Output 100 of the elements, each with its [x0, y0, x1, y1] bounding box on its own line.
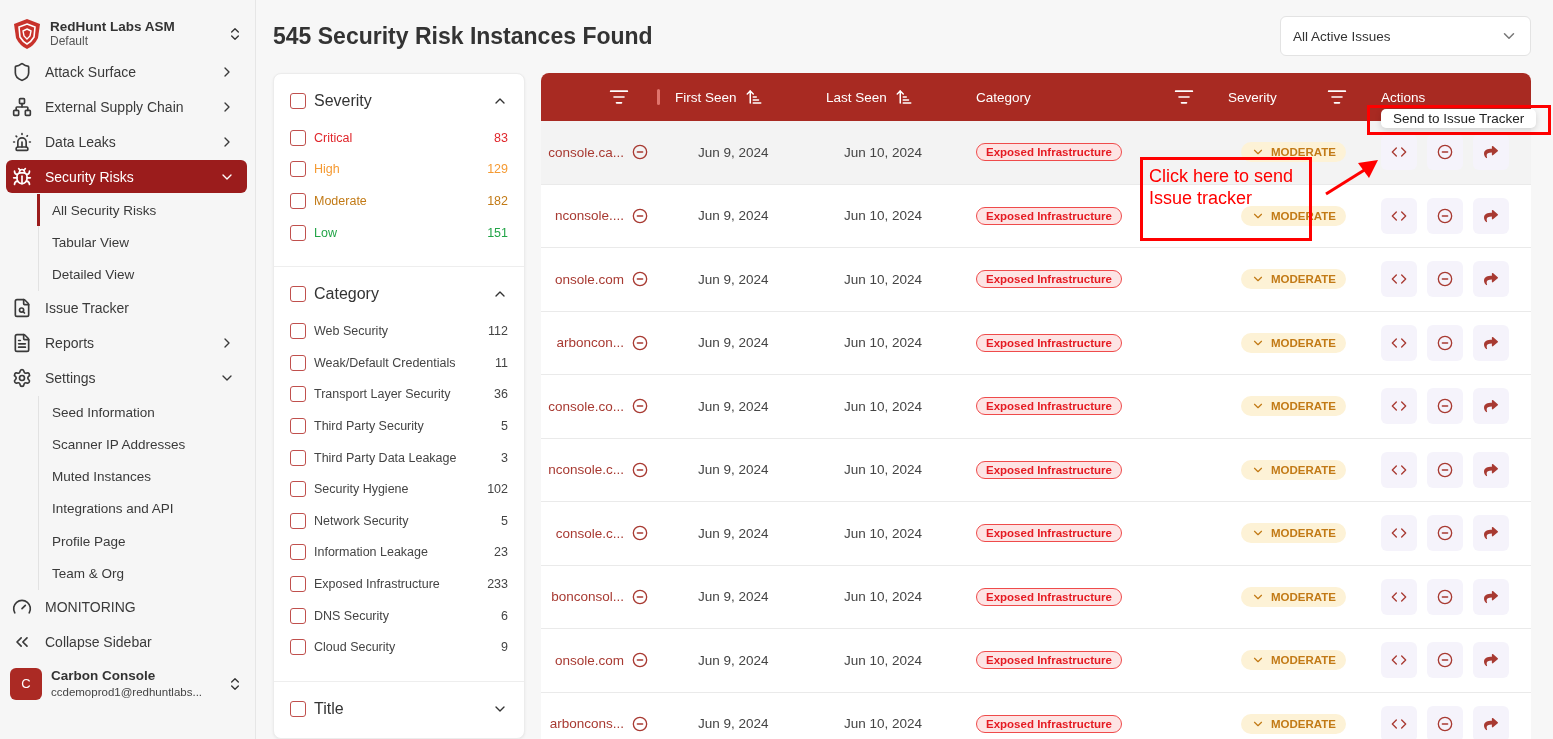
filter-option[interactable]: Weak/Default Credentials	[314, 355, 487, 370]
issue-filter-dropdown[interactable]: All Active Issues	[1280, 16, 1531, 56]
mute-button[interactable]	[1427, 578, 1463, 615]
mute-button[interactable]	[1427, 197, 1463, 234]
mute-button[interactable]	[1427, 261, 1463, 298]
filter-option[interactable]: Third Party Data Leakage	[314, 450, 494, 465]
nav-item[interactable]: Data Leaks	[6, 125, 247, 158]
code-button[interactable]	[1381, 388, 1417, 425]
code-button[interactable]	[1381, 705, 1417, 739]
mute-icon[interactable]	[632, 461, 648, 478]
code-button[interactable]	[1381, 578, 1417, 615]
mute-icon[interactable]	[632, 652, 648, 669]
filter-option[interactable]: Web Security	[314, 324, 481, 339]
checkbox[interactable]	[290, 286, 306, 303]
mute-button[interactable]	[1427, 642, 1463, 679]
mute-button[interactable]	[1427, 388, 1463, 425]
mute-icon[interactable]	[632, 588, 648, 605]
mute-icon[interactable]	[632, 525, 648, 542]
nav-item[interactable]: Issue Tracker	[6, 291, 247, 325]
checkbox[interactable]	[290, 323, 306, 340]
nav-item[interactable]: MONITORING	[6, 590, 247, 624]
checkbox[interactable]	[290, 607, 306, 624]
filter-icon[interactable]	[1174, 87, 1194, 107]
asset-link[interactable]: console.ca...	[548, 144, 624, 160]
filter-icon[interactable]	[1327, 87, 1347, 107]
asset-link[interactable]: console.co...	[548, 398, 624, 414]
mute-button[interactable]	[1427, 324, 1463, 361]
asset-link[interactable]: arboncons...	[549, 716, 624, 732]
checkbox[interactable]	[290, 386, 306, 403]
share-button[interactable]	[1473, 642, 1509, 679]
filter-option[interactable]: Exposed Infrastructure	[314, 576, 480, 591]
share-button[interactable]	[1473, 705, 1509, 739]
mute-button[interactable]	[1427, 705, 1463, 739]
asset-link[interactable]: nconsole....	[554, 208, 624, 224]
mute-icon[interactable]	[632, 334, 648, 351]
nav-subitem[interactable]: Profile Page	[37, 525, 247, 558]
code-button[interactable]	[1381, 451, 1417, 488]
mute-icon[interactable]	[632, 398, 648, 415]
asset-link[interactable]: bonconsol...	[551, 589, 624, 605]
share-button[interactable]	[1473, 197, 1509, 234]
mute-icon[interactable]	[632, 271, 648, 288]
nav-subitem[interactable]: Muted Instances	[37, 460, 247, 493]
checkbox[interactable]	[290, 544, 306, 561]
asset-link[interactable]: nconsole.c...	[548, 462, 624, 478]
mute-button[interactable]	[1427, 515, 1463, 552]
checkbox[interactable]	[290, 700, 306, 717]
asset-link[interactable]: onsole.com	[554, 271, 624, 287]
nav-subitem[interactable]: Tabular View	[37, 226, 247, 259]
column-header[interactable]: Actions	[1381, 89, 1426, 105]
nav-item[interactable]: Reports	[6, 326, 247, 360]
nav-item[interactable]: Settings	[6, 361, 247, 395]
code-button[interactable]	[1381, 134, 1417, 171]
checkbox[interactable]	[290, 417, 306, 434]
nav-item[interactable]: External Supply Chain	[6, 90, 247, 123]
filter-option[interactable]: Moderate	[314, 194, 480, 208]
column-header[interactable]: Severity	[1228, 89, 1277, 105]
mute-button[interactable]	[1427, 134, 1463, 171]
code-button[interactable]	[1381, 197, 1417, 234]
code-button[interactable]	[1381, 324, 1417, 361]
checkbox[interactable]	[290, 354, 306, 371]
filter-option[interactable]: Transport Layer Security	[314, 387, 487, 402]
nav-subitem[interactable]: Seed Information	[37, 395, 247, 429]
sort-icon[interactable]	[744, 88, 763, 106]
checkbox[interactable]	[290, 161, 306, 178]
nav-subitem[interactable]: All Security Risks	[37, 194, 247, 227]
share-button[interactable]	[1473, 261, 1509, 298]
share-button[interactable]	[1473, 324, 1509, 361]
share-button[interactable]	[1473, 451, 1509, 488]
nav-item[interactable]: Attack Surface	[6, 55, 247, 88]
nav-subitem[interactable]: Integrations and API	[37, 492, 247, 526]
filter-option[interactable]: Critical	[314, 130, 487, 145]
checkbox[interactable]	[290, 224, 306, 241]
asset-link[interactable]: arboncon...	[556, 335, 624, 351]
checkbox[interactable]	[290, 481, 306, 498]
share-button[interactable]	[1473, 578, 1509, 615]
nav-subitem[interactable]: Team & Org	[37, 557, 247, 590]
filter-option[interactable]: Information Leakage	[314, 545, 487, 560]
filter-option[interactable]: Cloud Security	[314, 640, 494, 655]
checkbox[interactable]	[290, 512, 306, 529]
asset-link[interactable]: onsole.com	[554, 652, 624, 668]
code-button[interactable]	[1381, 515, 1417, 552]
filter-icon[interactable]	[609, 87, 629, 107]
checkbox[interactable]	[290, 93, 306, 109]
sort-icon[interactable]	[894, 88, 913, 106]
collapse-sidebar-button[interactable]: Collapse Sidebar	[6, 625, 247, 659]
share-button[interactable]	[1473, 388, 1509, 425]
column-header[interactable]: Last Seen	[826, 89, 887, 105]
column-header[interactable]: Category	[976, 89, 1031, 105]
column-header[interactable]: First Seen	[675, 89, 737, 105]
filter-option[interactable]: Network Security	[314, 513, 494, 528]
nav-subitem[interactable]: Detailed View	[37, 258, 247, 291]
share-button[interactable]	[1473, 134, 1509, 171]
nav-subitem[interactable]: Scanner IP Addresses	[37, 428, 247, 461]
filter-option[interactable]: DNS Security	[314, 608, 494, 623]
mute-icon[interactable]	[632, 715, 648, 732]
checkbox[interactable]	[290, 129, 306, 146]
code-button[interactable]	[1381, 642, 1417, 679]
checkbox[interactable]	[290, 575, 306, 592]
asset-link[interactable]: console.c...	[555, 525, 624, 541]
mute-button[interactable]	[1427, 451, 1463, 488]
